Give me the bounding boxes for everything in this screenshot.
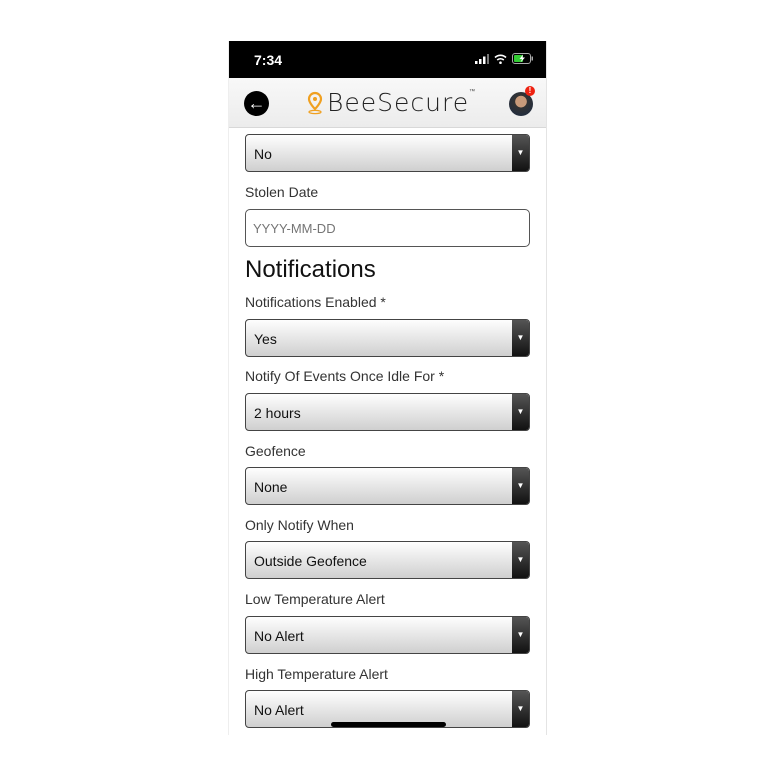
dropdown-arrow-icon: ▼	[512, 617, 529, 653]
select-value: No	[254, 146, 272, 162]
select-value: Yes	[254, 331, 277, 347]
notifications-enabled-label: Notifications Enabled *	[245, 294, 386, 310]
select-value: Outside Geofence	[254, 553, 367, 569]
geofence-label: Geofence	[245, 443, 306, 459]
status-icons	[475, 53, 534, 64]
status-time: 7:34	[254, 52, 283, 68]
brand-logo: BeeSecure™	[307, 88, 476, 117]
arrow-left-icon: ←	[247, 93, 266, 113]
stolen-date-input[interactable]	[245, 209, 530, 247]
trademark: ™	[469, 88, 477, 95]
select-value: 2 hours	[254, 405, 301, 421]
low-temp-label: Low Temperature Alert	[245, 591, 385, 607]
location-pin-icon	[307, 91, 323, 114]
dropdown-arrow-icon: ▼	[512, 468, 529, 504]
notifications-enabled-select[interactable]: Yes ▼	[245, 319, 530, 357]
brand-name: BeeSecure™	[327, 88, 476, 117]
back-button[interactable]: ←	[244, 91, 269, 116]
stolen-select[interactable]: No ▼	[245, 134, 530, 172]
dropdown-arrow-icon: ▼	[512, 135, 529, 171]
wifi-icon	[494, 54, 507, 64]
geofence-select[interactable]: None ▼	[245, 467, 530, 505]
alert-badge: !	[525, 86, 535, 96]
battery-charging-icon	[512, 53, 533, 64]
phone-screen: 7:34 ← BeeSecure™ ! No ▼ Stolen Date Noti…	[228, 41, 547, 735]
idle-label: Notify Of Events Once Idle For *	[245, 368, 445, 384]
cellular-signal-icon	[475, 53, 489, 64]
high-temp-label: High Temperature Alert	[245, 666, 388, 682]
dropdown-arrow-icon: ▼	[512, 394, 529, 430]
status-bar: 7:34	[229, 41, 546, 78]
home-indicator[interactable]	[331, 722, 446, 727]
dropdown-arrow-icon: ▼	[512, 542, 529, 578]
idle-select[interactable]: 2 hours ▼	[245, 393, 530, 431]
select-value: None	[254, 479, 288, 495]
dropdown-arrow-icon: ▼	[512, 320, 529, 356]
only-notify-label: Only Notify When	[245, 517, 354, 533]
select-value: No Alert	[254, 628, 304, 644]
dropdown-arrow-icon: ▼	[512, 691, 529, 727]
low-temp-select[interactable]: No Alert ▼	[245, 616, 530, 654]
notifications-heading: Notifications	[245, 256, 376, 283]
app-header: ← BeeSecure™ !	[229, 78, 546, 128]
stolen-date-label: Stolen Date	[245, 184, 319, 200]
only-notify-select[interactable]: Outside Geofence ▼	[245, 541, 530, 579]
select-value: No Alert	[254, 702, 304, 718]
brand-text: BeeSecure	[327, 88, 470, 117]
